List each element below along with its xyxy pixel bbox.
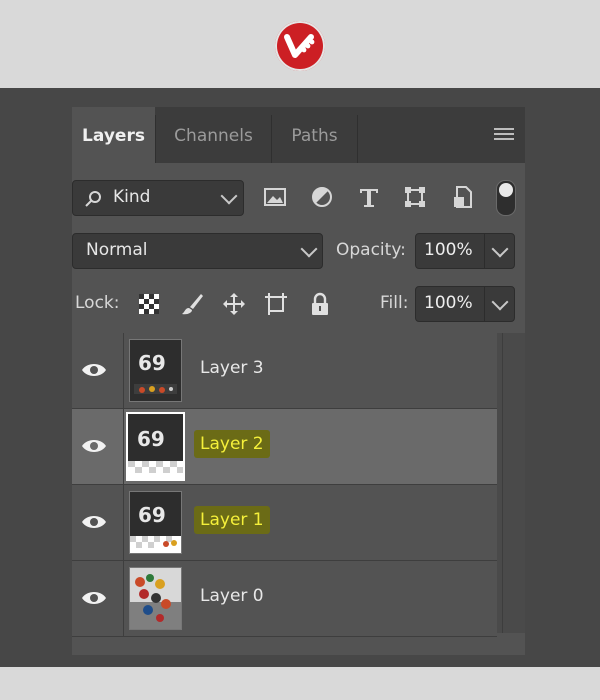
shape-filter-icon[interactable] xyxy=(402,184,428,210)
chevron-down-icon[interactable] xyxy=(491,293,509,311)
chevron-down-icon xyxy=(300,240,318,258)
filter-row: Kind xyxy=(72,180,525,216)
tab-layers[interactable]: Layers xyxy=(72,107,155,163)
layer-name: Layer 1 xyxy=(194,506,270,534)
chevron-down-icon[interactable] xyxy=(491,240,509,258)
panel-tab-bar: Layers Channels Paths xyxy=(72,107,525,163)
layer-thumbnail: 69 xyxy=(126,412,185,481)
layer-thumbnail: 69 xyxy=(129,339,182,402)
tab-paths[interactable]: Paths xyxy=(272,107,357,163)
image-filter-icon[interactable] xyxy=(262,184,288,210)
lock-label: Lock: xyxy=(75,293,120,313)
lock-artboard-icon[interactable] xyxy=(264,292,288,316)
opacity-label: Opacity: xyxy=(336,240,406,260)
type-filter-icon[interactable] xyxy=(356,184,382,210)
kind-label: Kind xyxy=(113,187,151,207)
eye-visibility-icon[interactable] xyxy=(81,437,107,455)
eye-visibility-icon[interactable] xyxy=(81,361,107,379)
lock-position-icon[interactable] xyxy=(222,292,246,316)
opacity-field[interactable]: 100% xyxy=(415,233,515,269)
kind-filter-select[interactable]: Kind xyxy=(72,180,244,216)
adjustment-filter-icon[interactable] xyxy=(309,184,335,210)
layers-panel: Layers Channels Paths Kind Normal Opacit… xyxy=(72,107,525,655)
layer-thumbnail: 69 xyxy=(129,491,182,554)
lock-row: Lock: Fill: 100% xyxy=(72,286,525,322)
search-icon xyxy=(85,191,101,207)
tab-divider xyxy=(357,115,358,163)
blend-row: Normal Opacity: 100% xyxy=(72,233,525,269)
fill-value: 100% xyxy=(424,293,473,313)
layer-row-layer-0[interactable]: Layer 0 xyxy=(72,561,497,637)
opacity-value: 100% xyxy=(424,240,473,260)
smart-object-filter-icon[interactable] xyxy=(450,184,476,210)
eye-visibility-icon[interactable] xyxy=(81,589,107,607)
eye-visibility-icon[interactable] xyxy=(81,513,107,531)
layer-name: Layer 0 xyxy=(200,586,264,606)
blend-mode-select[interactable]: Normal xyxy=(72,233,323,269)
top-banner xyxy=(0,0,600,88)
layer-row-layer-2[interactable]: 69 Layer 2 xyxy=(72,409,497,485)
layer-row-layer-3[interactable]: 69 Layer 3 xyxy=(72,333,497,409)
lock-transparent-icon[interactable] xyxy=(137,292,161,316)
brand-logo-icon xyxy=(275,21,325,71)
tab-channels[interactable]: Channels xyxy=(156,107,271,163)
layer-name: Layer 2 xyxy=(194,430,270,458)
filter-toggle[interactable] xyxy=(496,180,516,216)
fill-field[interactable]: 100% xyxy=(415,286,515,322)
layer-thumbnail xyxy=(129,567,182,630)
bottom-banner xyxy=(0,667,600,700)
svg-text:69: 69 xyxy=(138,351,166,375)
chevron-down-icon xyxy=(220,187,238,205)
hamburger-menu-icon[interactable] xyxy=(494,128,514,142)
lock-all-icon[interactable] xyxy=(308,292,332,316)
layer-name: Layer 3 xyxy=(200,358,264,378)
layers-scrollbar[interactable] xyxy=(497,333,525,633)
fill-label: Fill: xyxy=(380,293,409,313)
layer-row-layer-1[interactable]: 69 Layer 1 xyxy=(72,485,497,561)
lock-paint-icon[interactable] xyxy=(180,292,204,316)
blend-mode-value: Normal xyxy=(86,240,148,260)
svg-text:69: 69 xyxy=(137,427,165,451)
svg-text:69: 69 xyxy=(138,503,166,527)
